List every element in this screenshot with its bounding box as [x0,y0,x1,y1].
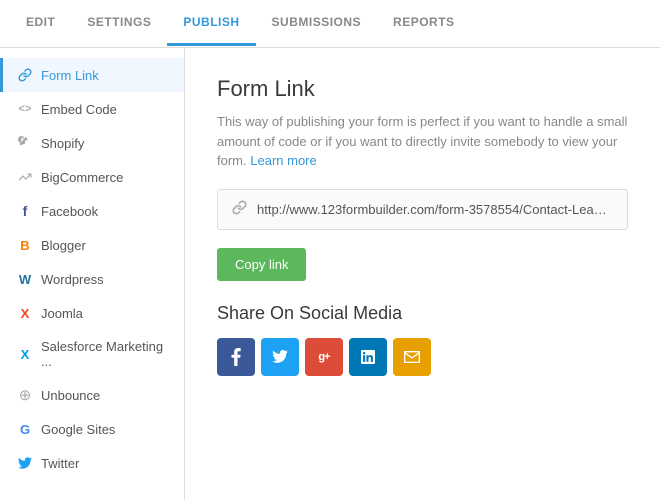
sidebar-label-embed-code: Embed Code [41,102,117,117]
sidebar-item-embed-code[interactable]: <> Embed Code [0,92,184,126]
embed-icon: <> [17,101,33,117]
content-description: This way of publishing your form is perf… [217,112,628,171]
link-icon [17,67,33,83]
sidebar-item-wordpress[interactable]: W Wordpress [0,262,184,296]
sidebar-label-twitter: Twitter [41,456,79,471]
google-sites-icon: G [17,421,33,437]
page-title: Form Link [217,76,628,102]
sidebar-item-unbounce[interactable]: ⊕ Unbounce [0,378,184,412]
link-box-icon [232,200,247,219]
joomla-icon: X [17,305,33,321]
blogger-icon: B [17,237,33,253]
tab-edit[interactable]: EDIT [10,1,71,46]
sidebar-item-shopify[interactable]: Shopify [0,126,184,160]
unbounce-icon: ⊕ [17,387,33,403]
sidebar-label-wordpress: Wordpress [41,272,104,287]
sidebar-item-salesforce[interactable]: X Salesforce Marketing ... [0,330,184,378]
salesforce-icon: X [17,346,33,362]
share-email-button[interactable] [393,338,431,376]
sidebar-item-form-link[interactable]: Form Link [0,58,184,92]
form-url: http://www.123formbuilder.com/form-35785… [257,202,613,217]
sidebar-label-joomla: Joomla [41,306,83,321]
tab-submissions[interactable]: SUBMISSIONS [256,1,378,46]
sidebar-label-salesforce: Salesforce Marketing ... [41,339,170,369]
social-icons-row: g+ [217,338,628,376]
shopify-icon [17,135,33,151]
learn-more-link[interactable]: Learn more [250,153,316,168]
tab-reports[interactable]: REPORTS [377,1,471,46]
sidebar-label-google-sites: Google Sites [41,422,115,437]
sidebar-label-bigcommerce: BigCommerce [41,170,123,185]
tab-publish[interactable]: PUBLISH [167,1,255,46]
facebook-icon: f [17,203,33,219]
bigcommerce-icon [17,169,33,185]
share-gplus-button[interactable]: g+ [305,338,343,376]
share-twitter-button[interactable] [261,338,299,376]
sidebar-item-joomla[interactable]: X Joomla [0,296,184,330]
twitter-sidebar-icon [17,455,33,471]
sidebar-item-facebook[interactable]: f Facebook [0,194,184,228]
sidebar-item-google-sites[interactable]: G Google Sites [0,412,184,446]
sidebar-label-facebook: Facebook [41,204,98,219]
sidebar-label-unbounce: Unbounce [41,388,100,403]
tab-settings[interactable]: SETTINGS [71,1,167,46]
sidebar-label-form-link: Form Link [41,68,99,83]
share-facebook-button[interactable] [217,338,255,376]
sidebar-item-blogger[interactable]: B Blogger [0,228,184,262]
sidebar-item-bigcommerce[interactable]: BigCommerce [0,160,184,194]
main-layout: Form Link <> Embed Code Shopify BigComme… [0,48,660,500]
copy-link-button[interactable]: Copy link [217,248,306,281]
share-linkedin-button[interactable] [349,338,387,376]
top-nav: EDIT SETTINGS PUBLISH SUBMISSIONS REPORT… [0,0,660,48]
sidebar-label-blogger: Blogger [41,238,86,253]
content-area: Form Link This way of publishing your fo… [185,48,660,500]
social-title: Share On Social Media [217,303,628,324]
sidebar-label-shopify: Shopify [41,136,84,151]
url-display-box: http://www.123formbuilder.com/form-35785… [217,189,628,230]
wordpress-icon: W [17,271,33,287]
sidebar: Form Link <> Embed Code Shopify BigComme… [0,48,185,500]
sidebar-item-twitter[interactable]: Twitter [0,446,184,480]
